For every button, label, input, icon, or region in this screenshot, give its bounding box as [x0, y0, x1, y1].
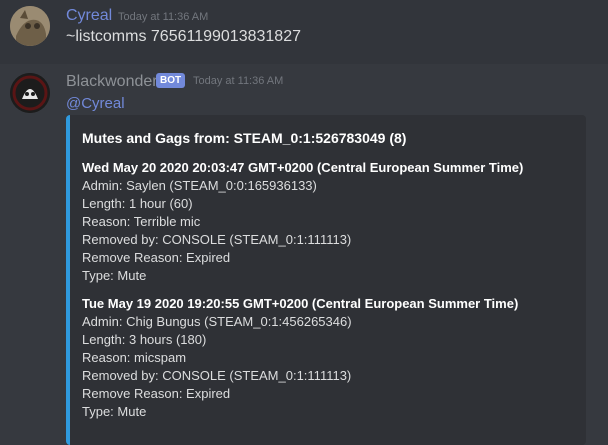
- entry-remove-reason: Remove Reason: Expired: [82, 386, 231, 401]
- message-bot: Blackwonder BOT Today at 11:36 AM @Cyrea…: [0, 64, 608, 445]
- entry-removed-by: Removed by: CONSOLE (STEAM_0:1:111113): [82, 368, 352, 383]
- entry-length: Length: 3 hours (180): [82, 332, 207, 347]
- mention[interactable]: @Cyreal: [66, 95, 125, 112]
- message-text: ~listcomms 76561199013831827: [66, 28, 301, 45]
- entry-date: Wed May 20 2020 20:03:47 GMT+0200 (Centr…: [82, 160, 524, 175]
- entry-remove-reason: Remove Reason: Expired: [82, 250, 231, 265]
- timestamp: Today at 11:36 AM: [118, 11, 209, 23]
- entry-type: Type: Mute: [82, 404, 147, 419]
- username[interactable]: Blackwonder: [66, 73, 158, 91]
- entry-length: Length: 1 hour (60): [82, 196, 193, 211]
- entry-date: Tue May 19 2020 19:20:55 GMT+0200 (Centr…: [82, 296, 519, 311]
- entry-removed-by: Removed by: CONSOLE (STEAM_0:1:111113): [82, 232, 352, 247]
- avatar[interactable]: [10, 6, 50, 46]
- avatar[interactable]: [10, 73, 50, 113]
- message-cyreal: Cyreal Today at 11:36 AM ~listcomms 7656…: [0, 0, 608, 64]
- username[interactable]: Cyreal: [66, 7, 112, 25]
- bot-badge: BOT: [156, 73, 186, 88]
- list-item: Tue May 19 2020 19:20:55 GMT+0200 (Centr…: [82, 295, 576, 421]
- timestamp: Today at 11:36 AM: [193, 75, 284, 87]
- entry-admin: Admin: Chig Bungus (STEAM_0:1:456265346): [82, 314, 352, 329]
- entry-type: Type: Mute: [82, 268, 147, 283]
- entry-reason: Reason: Terrible mic: [82, 214, 201, 229]
- entry-admin: Admin: Saylen (STEAM_0:0:165936133): [82, 178, 317, 193]
- entry-reason: Reason: micspam: [82, 350, 187, 365]
- list-item: Wed May 20 2020 20:03:47 GMT+0200 (Centr…: [82, 159, 576, 285]
- embed-title: Mutes and Gags from: STEAM_0:1:526783049…: [82, 130, 407, 146]
- embed: Mutes and Gags from: STEAM_0:1:526783049…: [66, 115, 586, 445]
